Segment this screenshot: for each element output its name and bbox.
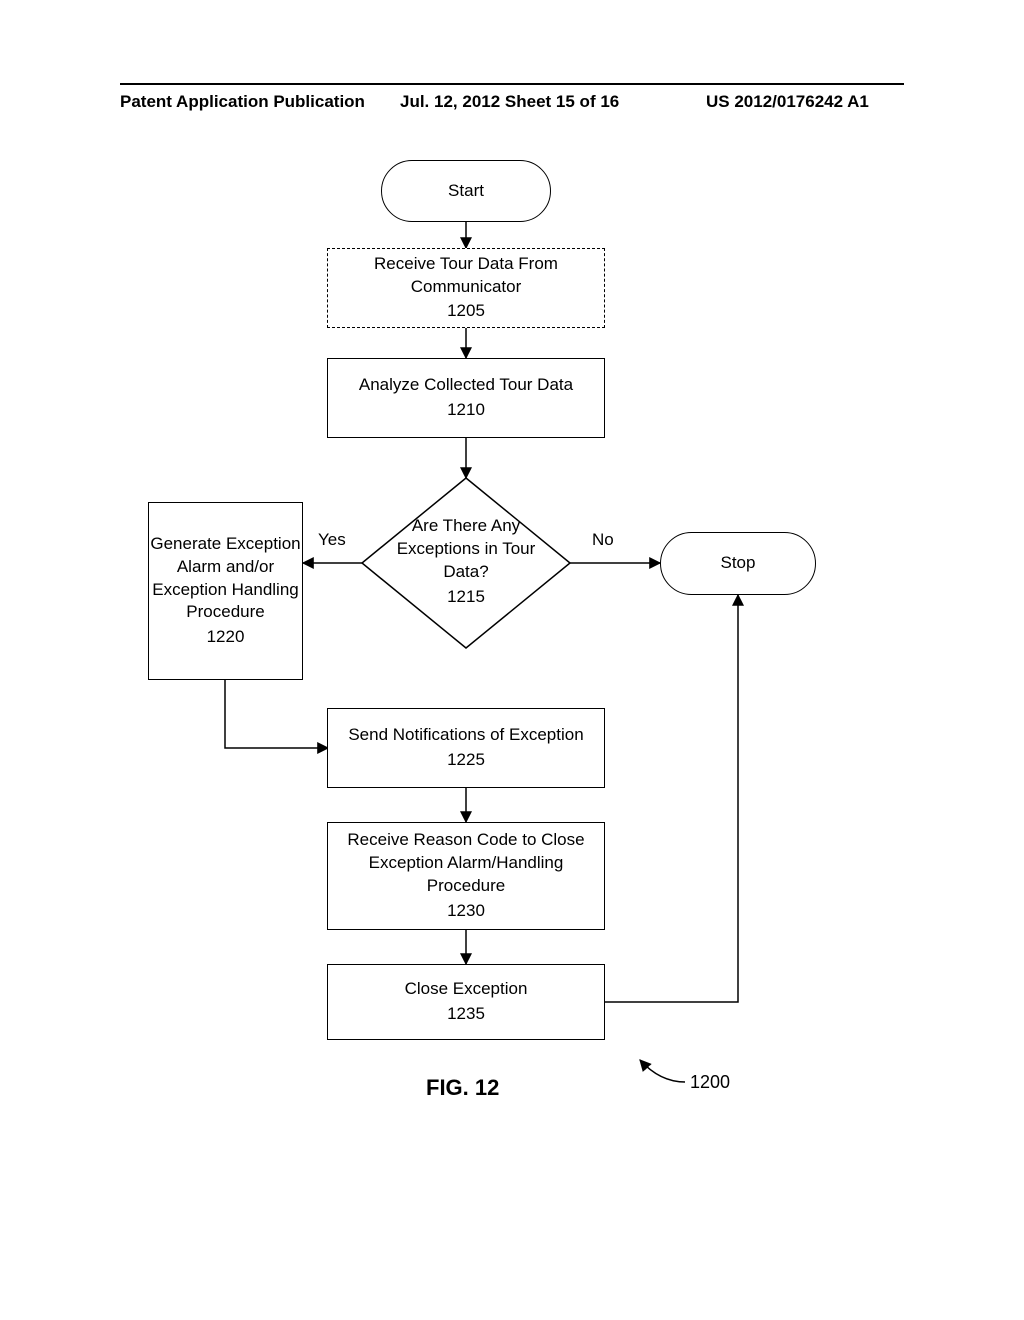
stop-label: Stop (721, 552, 756, 575)
process-1210: Analyze Collected Tour Data 1210 (327, 358, 605, 438)
terminator-start: Start (381, 160, 551, 222)
process-1230-text: Receive Reason Code to Close Exception A… (328, 829, 604, 898)
process-1220-num: 1220 (207, 626, 245, 649)
process-1230-num: 1230 (447, 900, 485, 923)
decision-1215: Are There Any Exceptions in Tour Data? 1… (376, 492, 556, 632)
process-1225: Send Notifications of Exception 1225 (327, 708, 605, 788)
header-left: Patent Application Publication (120, 92, 365, 112)
edge-no-label: No (592, 530, 614, 550)
process-1225-text: Send Notifications of Exception (348, 724, 583, 747)
process-1230: Receive Reason Code to Close Exception A… (327, 822, 605, 930)
terminator-stop: Stop (660, 532, 816, 595)
process-1220: Generate Exception Alarm and/or Exceptio… (148, 502, 303, 680)
process-1210-num: 1210 (447, 399, 485, 422)
process-1225-num: 1225 (447, 749, 485, 772)
process-1205-text: Receive Tour Data From Communicator (328, 253, 604, 299)
decision-1215-text: Are There Any Exceptions in Tour Data? (376, 515, 556, 584)
process-1235-text: Close Exception (405, 978, 528, 1001)
edge-yes-label: Yes (318, 530, 346, 550)
header-mid: Jul. 12, 2012 Sheet 15 of 16 (400, 92, 619, 112)
process-1205: Receive Tour Data From Communicator 1205 (327, 248, 605, 328)
process-1235: Close Exception 1235 (327, 964, 605, 1040)
start-label: Start (448, 180, 484, 203)
decision-1215-num: 1215 (447, 586, 485, 609)
process-1210-text: Analyze Collected Tour Data (359, 374, 573, 397)
process-1220-text: Generate Exception Alarm and/or Exceptio… (149, 533, 302, 625)
figure-reference-number: 1200 (690, 1072, 730, 1093)
header-right: US 2012/0176242 A1 (706, 92, 869, 112)
header-rule (120, 83, 904, 85)
process-1205-num: 1205 (447, 300, 485, 323)
process-1235-num: 1235 (447, 1003, 485, 1026)
figure-label: FIG. 12 (426, 1075, 499, 1101)
